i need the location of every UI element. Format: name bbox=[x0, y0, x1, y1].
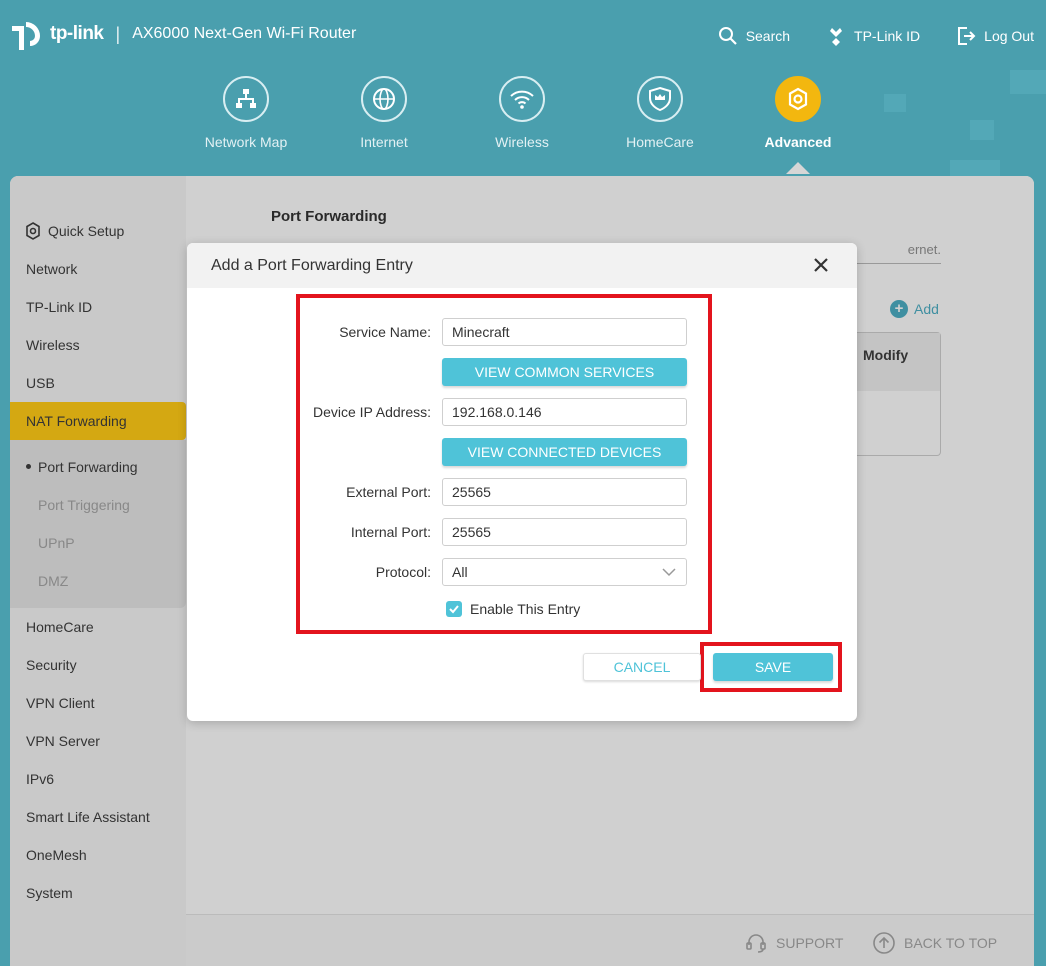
header-decoration bbox=[970, 120, 994, 140]
search-icon bbox=[718, 27, 737, 45]
sidebar-item-wireless[interactable]: Wireless bbox=[26, 337, 80, 353]
header-decoration bbox=[884, 94, 906, 112]
device-ip-input[interactable] bbox=[442, 398, 687, 426]
router-model: AX6000 Next-Gen Wi-Fi Router bbox=[132, 25, 357, 42]
close-icon[interactable] bbox=[811, 255, 831, 275]
nav-internet[interactable]: Internet bbox=[315, 76, 453, 150]
top-links: Search TP-Link ID Log Out bbox=[718, 26, 1034, 46]
nav-homecare-label: HomeCare bbox=[626, 134, 694, 150]
protocol-select[interactable]: All bbox=[442, 558, 687, 586]
sidebar-item-onemesh[interactable]: OneMesh bbox=[26, 847, 87, 863]
sidebar-item-network[interactable]: Network bbox=[26, 261, 77, 277]
sidebar-sub-port-triggering[interactable]: Port Triggering bbox=[38, 497, 130, 513]
tplink-id-label: TP-Link ID bbox=[854, 28, 921, 44]
add-entry-label: Add bbox=[914, 301, 939, 317]
logout-label: Log Out bbox=[984, 28, 1034, 44]
internal-port-input[interactable] bbox=[442, 518, 687, 546]
nav-advanced-label: Advanced bbox=[764, 134, 832, 150]
page-description: ernet. bbox=[856, 242, 941, 264]
cancel-button[interactable]: CANCEL bbox=[583, 653, 701, 681]
sidebar-item-vpn-server[interactable]: VPN Server bbox=[26, 733, 100, 749]
nav-homecare[interactable]: HomeCare bbox=[591, 76, 729, 150]
sidebar-item-quick-setup[interactable]: Quick Setup bbox=[24, 222, 124, 240]
sidebar-item-vpn-client[interactable]: VPN Client bbox=[26, 695, 94, 711]
sidebar-sub-upnp[interactable]: UPnP bbox=[38, 535, 75, 551]
header-decoration bbox=[1010, 70, 1046, 94]
sidebar-item-smart-life-assistant[interactable]: Smart Life Assistant bbox=[26, 809, 150, 825]
brand-separator: | bbox=[115, 23, 121, 44]
nav-network-map[interactable]: Network Map bbox=[177, 76, 315, 150]
add-port-forwarding-dialog: Add a Port Forwarding Entry Service Name… bbox=[187, 243, 857, 721]
enable-entry-label: Enable This Entry bbox=[470, 601, 581, 617]
footer: SUPPORT BACK TO TOP bbox=[186, 914, 1034, 966]
add-entry-button[interactable]: + Add bbox=[890, 300, 939, 318]
external-port-input[interactable] bbox=[442, 478, 687, 506]
sidebar-item-tplink-id[interactable]: TP-Link ID bbox=[26, 299, 92, 315]
shield-icon bbox=[637, 76, 683, 122]
sidebar-item-label: Quick Setup bbox=[48, 223, 125, 239]
tplink-id-link[interactable]: TP-Link ID bbox=[826, 26, 920, 46]
search-link[interactable]: Search bbox=[718, 26, 790, 46]
arrow-up-circle-icon bbox=[873, 932, 895, 954]
sidebar-item-usb[interactable]: USB bbox=[26, 375, 55, 391]
header-decoration bbox=[950, 160, 1000, 176]
current-item-dot bbox=[26, 464, 31, 469]
logout-link[interactable]: Log Out bbox=[956, 26, 1034, 46]
logout-icon bbox=[958, 27, 976, 45]
nav-wireless-label: Wireless bbox=[495, 134, 549, 150]
sidebar-item-nat-forwarding[interactable]: NAT Forwarding bbox=[26, 413, 127, 429]
dialog-header: Add a Port Forwarding Entry bbox=[187, 243, 857, 288]
nav-advanced[interactable]: Advanced bbox=[729, 76, 867, 174]
port-forwarding-table: Modify bbox=[856, 332, 941, 456]
tplink-id-icon bbox=[830, 28, 843, 46]
back-to-top-link[interactable]: BACK TO TOP bbox=[872, 931, 997, 955]
nav-wireless[interactable]: Wireless bbox=[453, 76, 591, 150]
protocol-selected-value: All bbox=[452, 564, 468, 580]
network-map-icon bbox=[223, 76, 269, 122]
sidebar-sub-port-forwarding[interactable]: Port Forwarding bbox=[38, 459, 138, 475]
device-ip-label: Device IP Address: bbox=[312, 404, 431, 420]
internal-port-label: Internal Port: bbox=[350, 524, 431, 540]
chevron-down-icon bbox=[662, 568, 676, 577]
nav-internet-label: Internet bbox=[360, 134, 408, 150]
sidebar-item-system[interactable]: System bbox=[26, 885, 73, 901]
headset-icon bbox=[746, 934, 766, 953]
sidebar-item-security[interactable]: Security bbox=[26, 657, 77, 673]
sidebar-sub-dmz[interactable]: DMZ bbox=[38, 573, 68, 589]
view-connected-devices-button[interactable]: VIEW CONNECTED DEVICES bbox=[442, 438, 687, 466]
header: tp-link | AX6000 Next-Gen Wi-Fi Router S… bbox=[0, 0, 1046, 200]
view-common-services-button[interactable]: VIEW COMMON SERVICES bbox=[442, 358, 687, 386]
tp-link-logo-icon bbox=[12, 22, 40, 50]
wifi-icon bbox=[499, 76, 545, 122]
table-header-modify: Modify bbox=[856, 333, 940, 391]
save-button[interactable]: SAVE bbox=[713, 653, 833, 681]
external-port-label: External Port: bbox=[346, 484, 431, 500]
page-title: Port Forwarding bbox=[271, 208, 387, 225]
brand-logo[interactable]: tp-link | AX6000 Next-Gen Wi-Fi Router bbox=[10, 16, 356, 52]
service-name-label: Service Name: bbox=[339, 324, 431, 340]
gear-icon bbox=[775, 76, 821, 122]
protocol-label: Protocol: bbox=[375, 564, 431, 580]
support-link[interactable]: SUPPORT bbox=[744, 931, 843, 955]
support-label: SUPPORT bbox=[776, 935, 844, 951]
sidebar-item-homecare[interactable]: HomeCare bbox=[26, 619, 94, 635]
search-link-label: Search bbox=[745, 28, 791, 44]
active-nav-caret bbox=[786, 162, 810, 174]
sidebar-item-ipv6[interactable]: IPv6 bbox=[26, 771, 54, 787]
nav-network-map-label: Network Map bbox=[204, 134, 288, 150]
plus-icon: + bbox=[890, 300, 908, 318]
main-nav: Network Map Internet Wireless HomeCare A… bbox=[177, 76, 867, 174]
dialog-title: Add a Port Forwarding Entry bbox=[211, 257, 413, 274]
enable-entry-checkbox[interactable]: Enable This Entry bbox=[446, 601, 580, 617]
back-to-top-label: BACK TO TOP bbox=[904, 935, 998, 951]
quick-setup-icon bbox=[26, 222, 40, 240]
checkbox-checked-icon bbox=[446, 601, 462, 617]
globe-icon bbox=[361, 76, 407, 122]
brand-name: tp-link bbox=[50, 23, 104, 44]
service-name-input[interactable] bbox=[442, 318, 687, 346]
sidebar: Quick Setup Network TP-Link ID Wireless … bbox=[10, 176, 186, 966]
